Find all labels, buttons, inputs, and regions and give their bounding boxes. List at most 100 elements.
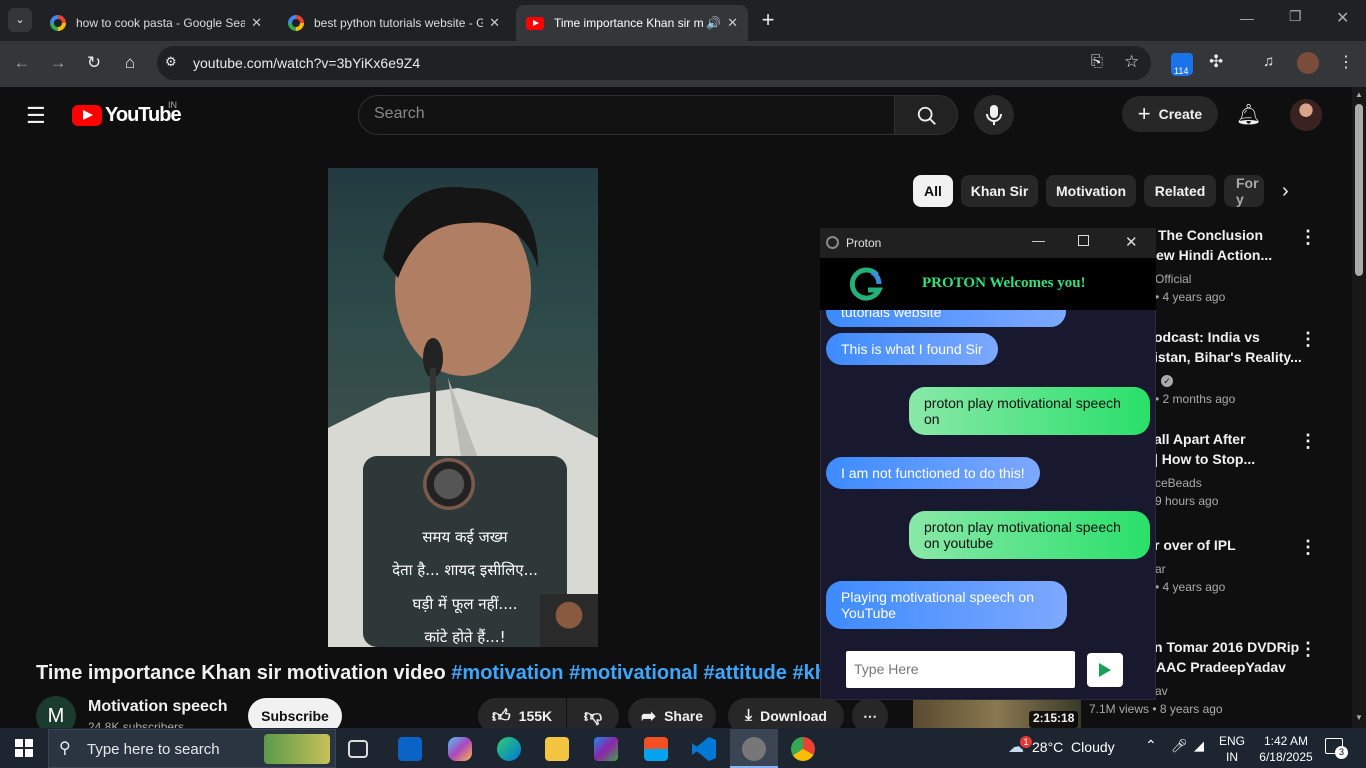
related-video-2-title-1[interactable]: odcast: India vs: [1154, 327, 1260, 347]
restore-button[interactable]: ❐: [1289, 8, 1302, 25]
proton-message-input[interactable]: Type Here: [846, 651, 1075, 688]
close-window-button[interactable]: ✕: [1336, 8, 1349, 28]
chat-message-bot: tutorials website: [826, 310, 1066, 327]
tab-title: Time importance Khan sir m: [554, 16, 704, 30]
browser-menu-icon[interactable]: ⋮: [1338, 52, 1354, 72]
notifications-bell-icon[interactable]: 🔔︎: [1236, 102, 1261, 127]
url-text[interactable]: youtube.com/watch?v=3bYiKx6e9Z4: [193, 55, 420, 71]
proton-close-button[interactable]: ✕: [1125, 233, 1138, 251]
chip-related[interactable]: Related: [1144, 175, 1216, 207]
tab-search-button[interactable]: ⌄: [8, 8, 32, 32]
page-scrollbar[interactable]: ▲ ▼: [1352, 87, 1366, 728]
media-controls-icon[interactable]: ♫: [1263, 53, 1274, 70]
extensions-puzzle-icon[interactable]: ✣: [1209, 52, 1223, 72]
chip-khan-sir[interactable]: Khan Sir: [961, 175, 1038, 207]
browser-tab-2[interactable]: best python tutorials website - G ✕: [278, 5, 510, 41]
related-video-2-title-2[interactable]: istan, Bihar's Reality...: [1154, 347, 1302, 367]
chips-next-icon[interactable]: ›: [1282, 180, 1289, 203]
channel-name[interactable]: Motivation speech: [88, 698, 228, 716]
related-video-5-title-1[interactable]: n Tomar 2016 DVDRip: [1154, 637, 1299, 657]
edge-icon[interactable]: [497, 737, 521, 761]
related-video-1-menu-icon[interactable]: ⋮: [1299, 228, 1317, 246]
windows-start-icon[interactable]: [15, 739, 33, 757]
taskbar-active-app[interactable]: [730, 729, 778, 768]
chip-for-you[interactable]: For y: [1224, 175, 1264, 207]
chat-message-bot: Playing motivational speech on YouTube: [826, 581, 1067, 629]
related-video-5-channel[interactable]: av: [1155, 684, 1168, 698]
microsoft-store-icon[interactable]: [644, 737, 668, 761]
proton-minimize-button[interactable]: —: [1032, 233, 1045, 248]
reload-icon[interactable]: ↻: [81, 50, 107, 76]
related-video-1-channel[interactable]: Official: [1155, 272, 1191, 286]
proton-welcome-text: PROTON Welcomes you!: [922, 275, 1086, 291]
network-icon[interactable]: ◢: [1194, 738, 1204, 754]
hamburger-menu-icon[interactable]: ☰: [26, 103, 46, 129]
proton-chat-area[interactable]: tutorials website This is what I found S…: [821, 310, 1155, 640]
related-video-4-title-1[interactable]: r over of IPL: [1154, 535, 1236, 555]
language-indicator[interactable]: ENG IN: [1219, 733, 1245, 765]
related-video-4-channel[interactable]: ar: [1155, 562, 1166, 576]
download-icon: ⤓: [745, 707, 753, 724]
task-view-icon[interactable]: [348, 740, 368, 758]
account-avatar[interactable]: [1290, 99, 1322, 131]
close-tab-icon[interactable]: ✕: [489, 15, 500, 31]
video-title: Time importance Khan sir motivation vide…: [36, 662, 820, 685]
chat-message-bot: I am not functioned to do this!: [826, 457, 1040, 489]
create-button[interactable]: + Create: [1122, 96, 1218, 132]
outlook-icon[interactable]: [398, 737, 422, 761]
profile-avatar[interactable]: [1297, 52, 1319, 74]
video-hashtags[interactable]: #motivation #motivational #attitude #kha…: [451, 662, 820, 684]
scroll-down-arrow[interactable]: ▼: [1355, 713, 1363, 722]
forward-icon[interactable]: →: [45, 50, 71, 76]
related-video-3-channel[interactable]: ceBeads: [1155, 476, 1202, 490]
show-hidden-icons[interactable]: ⌃: [1145, 737, 1157, 754]
microphone-tray-icon[interactable]: 🎤︎: [1171, 738, 1188, 754]
close-tab-icon[interactable]: ✕: [251, 15, 262, 31]
search-input[interactable]: [358, 95, 895, 135]
scrollbar-thumb[interactable]: [1355, 104, 1363, 276]
proton-maximize-button[interactable]: [1078, 235, 1089, 246]
clock[interactable]: 1:42 AM 6/18/2025: [1259, 733, 1313, 765]
install-app-icon[interactable]: ⎘: [1091, 53, 1103, 70]
related-video-1-title-1[interactable]: The Conclusion: [1158, 225, 1263, 245]
notification-count: 3: [1335, 746, 1348, 759]
chip-motivation[interactable]: Motivation: [1046, 175, 1136, 207]
chip-all[interactable]: All: [913, 175, 953, 207]
related-video-5-menu-icon[interactable]: ⋮: [1299, 640, 1317, 658]
proton-send-button[interactable]: [1087, 653, 1123, 687]
taskbar-search-box[interactable]: ⚲ Type here to search: [48, 729, 336, 768]
m365-icon[interactable]: [594, 737, 618, 761]
site-info-icon[interactable]: ⚙: [165, 54, 177, 70]
copilot-icon[interactable]: [448, 737, 472, 761]
related-video-2-menu-icon[interactable]: ⋮: [1299, 330, 1317, 348]
related-video-1-title-2[interactable]: ew Hindi Action...: [1156, 245, 1272, 265]
video-caption-line-2: देता है... शायद इसीलिए...: [392, 561, 538, 579]
send-icon: [1099, 663, 1111, 677]
close-tab-icon[interactable]: ✕: [727, 15, 738, 31]
microphone-icon: [986, 105, 1002, 125]
audio-playing-icon[interactable]: 🔊: [706, 16, 721, 30]
related-video-3-title-2[interactable]: | How to Stop...: [1154, 449, 1255, 469]
file-explorer-icon[interactable]: [545, 737, 569, 761]
search-placeholder: Search: [374, 105, 425, 122]
related-video-3-title-1[interactable]: all Apart After: [1154, 429, 1246, 449]
youtube-logo[interactable]: YouTube: [72, 104, 182, 127]
chat-message-bot: This is what I found Sir: [826, 333, 998, 365]
bookmark-star-icon[interactable]: ☆: [1124, 52, 1139, 72]
scroll-up-arrow[interactable]: ▲: [1355, 90, 1363, 99]
minimize-button[interactable]: —: [1240, 10, 1254, 26]
related-video-3-menu-icon[interactable]: ⋮: [1299, 432, 1317, 450]
voice-search-button[interactable]: [974, 95, 1014, 135]
back-icon[interactable]: ←: [9, 50, 35, 76]
search-button[interactable]: [894, 95, 958, 135]
new-tab-button[interactable]: +: [758, 6, 778, 34]
video-player[interactable]: समय कई जख्म देता है... शायद इसीलिए... घड…: [328, 168, 598, 647]
related-video-5-title-2[interactable]: AAC PradeepYadav: [1156, 657, 1286, 677]
browser-tab-3[interactable]: Time importance Khan sir m 🔊 ✕: [516, 5, 748, 41]
chrome-taskbar-icon[interactable]: [791, 737, 815, 761]
proton-title-bar[interactable]: Proton — ✕: [820, 228, 1156, 258]
related-video-4-menu-icon[interactable]: ⋮: [1299, 538, 1317, 556]
home-icon[interactable]: ⌂: [117, 50, 143, 76]
related-video-5-duration: 2:15:18: [1029, 711, 1079, 728]
browser-tab-1[interactable]: how to cook pasta - Google Sea ✕: [40, 5, 272, 41]
